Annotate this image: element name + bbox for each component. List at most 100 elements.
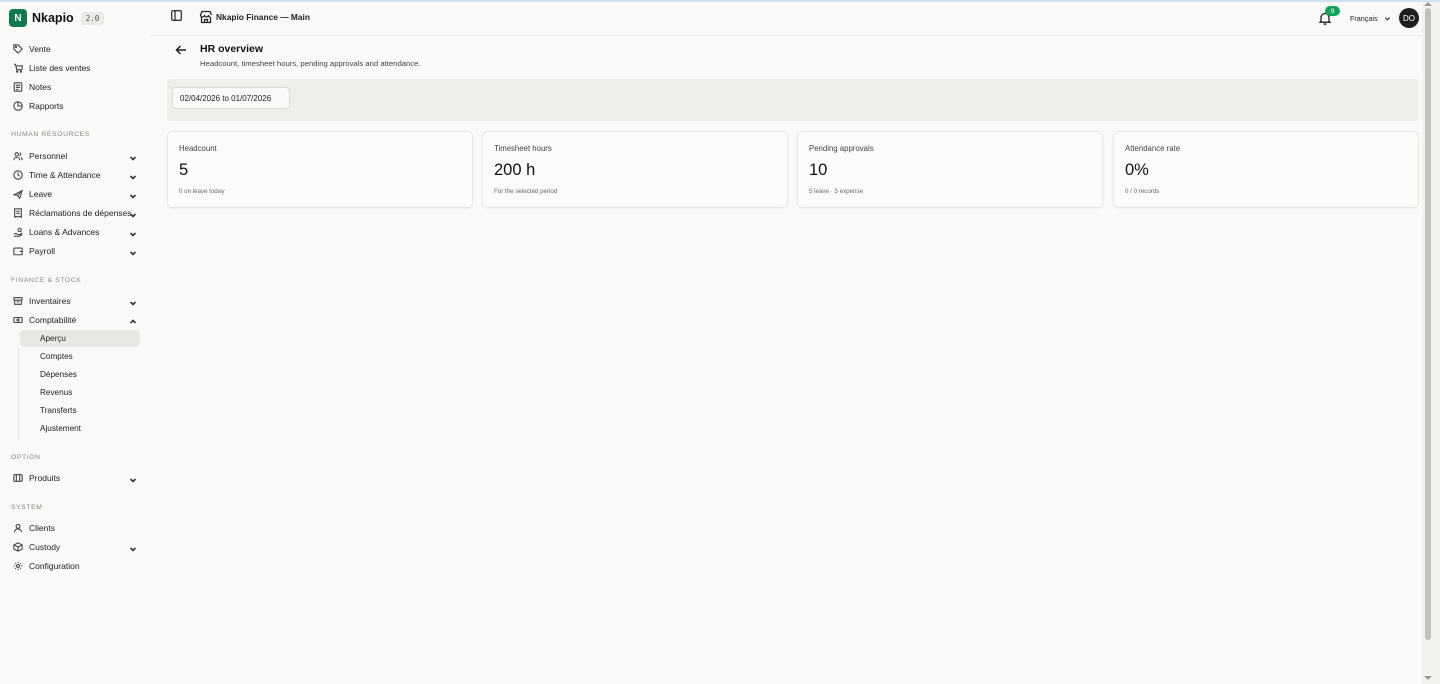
- brand[interactable]: N Nkapio 2.0: [9, 9, 105, 27]
- section-title-option: OPTION: [11, 454, 41, 461]
- hand-coins-icon: [12, 226, 24, 238]
- stat-card-label: Pending approvals: [809, 144, 874, 153]
- plane-icon: [12, 188, 24, 200]
- sidebar-toggle-icon[interactable]: [171, 10, 182, 21]
- sidebar-item-custody[interactable]: Custody: [9, 538, 141, 556]
- sidebar-item-notes[interactable]: Notes: [9, 78, 141, 96]
- user-icon: [12, 522, 24, 534]
- sidebar-subitem-depenses[interactable]: Dépenses: [20, 366, 140, 383]
- chevron-down-icon: [129, 542, 137, 552]
- version-badge: 2.0: [80, 11, 105, 25]
- banknote-icon: [12, 314, 24, 326]
- sidebar-item-label: Vente: [29, 44, 51, 54]
- cube-icon: [12, 541, 24, 553]
- stat-card-value: 10: [809, 161, 828, 179]
- gear-icon: [12, 560, 24, 572]
- chevron-down-icon: [129, 170, 137, 180]
- package-icon: [12, 472, 24, 484]
- stat-card-note: 0 / 0 records: [1125, 188, 1160, 195]
- sidebar-item-personnel[interactable]: Personnel: [9, 147, 141, 165]
- section-title-human-resources: HUMAN RESOURCES: [11, 131, 90, 138]
- chevron-down-icon: [129, 473, 137, 483]
- brand-name: Nkapio: [32, 11, 74, 25]
- section-title-finance-stock: FINANCE & STOCK: [11, 277, 82, 284]
- sidebar-item-label: Payroll: [29, 246, 55, 256]
- page-subtitle: Headcount, timesheet hours, pending appr…: [200, 59, 421, 68]
- sidebar-subitem-apercu[interactable]: Aperçu: [20, 330, 140, 347]
- avatar[interactable]: DO: [1399, 8, 1419, 28]
- sidebar-item-leave[interactable]: Leave: [9, 185, 141, 203]
- sidebar-item-label: Configuration: [29, 561, 80, 571]
- sidebar-item-label: Loans & Advances: [29, 227, 100, 237]
- back-arrow-icon[interactable]: [175, 44, 187, 56]
- filter-bar: [167, 79, 1418, 121]
- sidebar-item-rapports[interactable]: Rapports: [9, 97, 141, 115]
- sidebar-item-label: Comptabilité: [29, 315, 77, 325]
- users-icon: [12, 150, 24, 162]
- chevron-down-icon: [129, 246, 137, 256]
- sidebar-item-label: Liste des ventes: [29, 63, 91, 73]
- tag-icon: [12, 43, 24, 55]
- stat-card-note: 5 leave · 5 expense: [809, 188, 864, 195]
- sidebar-subitem-revenus[interactable]: Revenus: [20, 384, 140, 401]
- wallet-icon: [12, 245, 24, 257]
- scrollbar-thumb[interactable]: [1425, 8, 1431, 640]
- sidebar-item-label: Réclamations de dépenses: [29, 208, 132, 218]
- sidebar-item-label: Leave: [29, 189, 53, 199]
- page-title: HR overview: [200, 43, 264, 55]
- sidebar-item-label: Personnel: [29, 151, 68, 161]
- sidebar-item-label: Notes: [29, 82, 52, 92]
- chevron-down-icon: [1384, 17, 1390, 21]
- sidebar-item-label: Custody: [29, 542, 61, 552]
- chevron-down-icon: [129, 189, 137, 199]
- sidebar-item-clients[interactable]: Clients: [9, 519, 141, 537]
- stat-card-attendance-rate: Attendance rate 0% 0 / 0 records: [1113, 131, 1419, 208]
- section-title-system: SYSTEM: [11, 504, 43, 511]
- sidebar-item-configuration[interactable]: Configuration: [9, 557, 141, 575]
- stat-card-value: 5: [179, 161, 189, 179]
- cart-icon: [12, 62, 24, 74]
- scroll-down-arrow-icon[interactable]: [1424, 676, 1432, 680]
- store-switcher[interactable]: Nkapio Finance — Main: [216, 12, 310, 22]
- sidebar-item-label: Time & Attendance: [29, 170, 101, 180]
- sidebar-item-liste-des-ventes[interactable]: Liste des ventes: [9, 59, 141, 77]
- sidebar-item-reclamations-de-depenses[interactable]: Réclamations de dépenses: [9, 204, 141, 222]
- report-icon: [12, 100, 24, 112]
- notification-count-badge: 9: [1325, 6, 1340, 16]
- chevron-up-icon: [129, 315, 137, 324]
- stat-card-timesheet-hours: Timesheet hours 200 h For the selected p…: [482, 131, 788, 208]
- stat-card-label: Attendance rate: [1125, 144, 1181, 153]
- sidebar-item-comptabilite[interactable]: Comptabilité: [9, 311, 141, 329]
- stat-card-headcount: Headcount 5 0 on leave today: [167, 131, 473, 208]
- scroll-up-arrow-icon[interactable]: [1424, 2, 1432, 6]
- chevron-down-icon: [129, 227, 137, 237]
- box-icon: [12, 295, 24, 307]
- chevron-down-icon: [129, 296, 137, 306]
- sidebar-subitem-ajustement[interactable]: Ajustement: [20, 420, 140, 437]
- stat-card-note: 0 on leave today: [179, 188, 225, 195]
- sidebar-item-time-attendance[interactable]: Time & Attendance: [9, 166, 141, 184]
- notes-icon: [12, 81, 24, 93]
- sidebar-item-label: Clients: [29, 523, 55, 533]
- store-icon: [199, 10, 213, 24]
- submenu-guide-line: [18, 348, 19, 440]
- stat-card-pending-approvals: Pending approvals 10 5 leave · 5 expense: [797, 131, 1103, 208]
- sidebar-item-inventaires[interactable]: Inventaires: [9, 292, 141, 310]
- sidebar-subitem-comptes[interactable]: Comptes: [20, 348, 140, 365]
- chevron-down-icon: [129, 151, 137, 161]
- receipt-icon: [12, 207, 24, 219]
- sidebar-item-payroll[interactable]: Payroll: [9, 242, 141, 260]
- sidebar-item-produits[interactable]: Produits: [9, 469, 141, 487]
- sidebar-item-label: Rapports: [29, 101, 64, 111]
- sidebar-item-label: Inventaires: [29, 296, 71, 306]
- stat-card-label: Timesheet hours: [494, 144, 552, 153]
- brand-logo-icon: N: [9, 9, 27, 27]
- sidebar-item-loans-advances[interactable]: Loans & Advances: [9, 223, 141, 241]
- sidebar-item-vente[interactable]: Vente: [9, 40, 141, 58]
- stat-card-value: 200 h: [494, 161, 536, 179]
- stat-card-note: For the selected period: [494, 188, 558, 195]
- date-range-picker[interactable]: 02/04/2026 to 01/07/2026: [172, 87, 290, 109]
- sidebar-subitem-transferts[interactable]: Transferts: [20, 402, 140, 419]
- language-label: Français: [1350, 14, 1378, 23]
- language-selector[interactable]: Français: [1350, 14, 1391, 23]
